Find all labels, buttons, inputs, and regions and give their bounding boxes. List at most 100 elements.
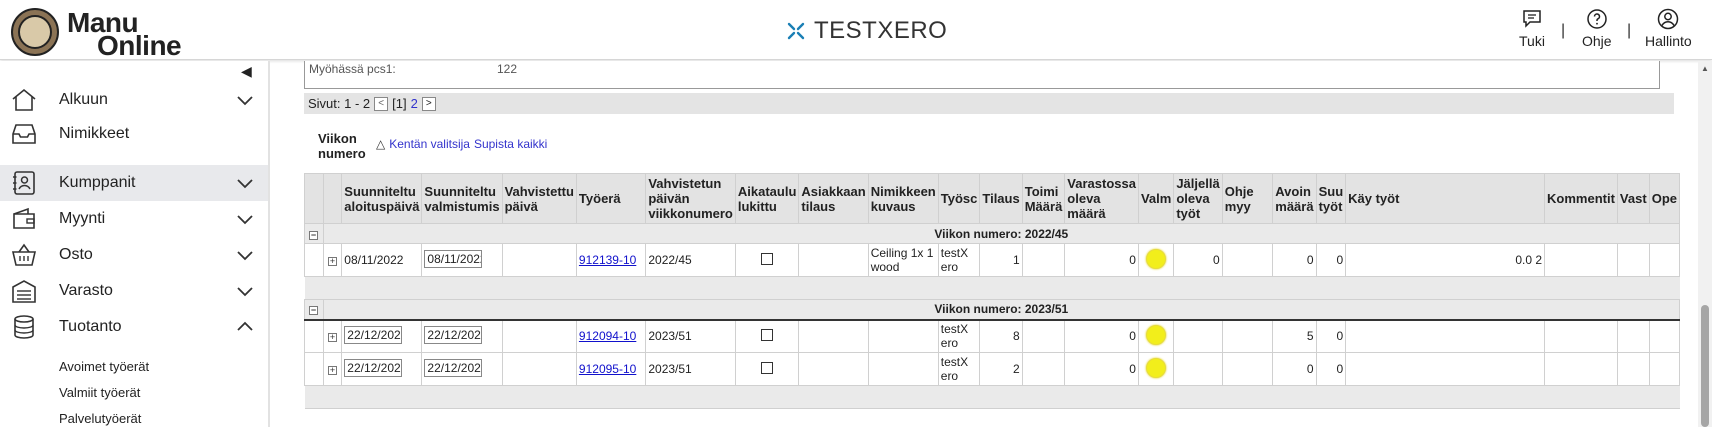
column-header[interactable]: Jäljellä oleva työt xyxy=(1173,173,1223,224)
start-date-input[interactable]: 22/12/2023 xyxy=(344,325,403,344)
responsible-cell xyxy=(1616,352,1650,386)
sidebar-collapse-icon[interactable]: ◀ xyxy=(241,63,252,80)
manu-online-logo[interactable]: Manu Online xyxy=(11,6,211,60)
schedule-locked-cell[interactable] xyxy=(734,243,800,277)
column-header[interactable]: Asiakkaan tilaus xyxy=(798,173,869,224)
column-header[interactable]: Toimi Määrä xyxy=(1021,173,1066,224)
expand-row-icon[interactable]: + xyxy=(327,366,337,375)
inbox-icon xyxy=(12,124,36,144)
column-header[interactable]: Ope xyxy=(1648,173,1681,224)
column-header[interactable]: Varastossa oleva määrä xyxy=(1064,173,1139,224)
help-button[interactable]: Ohje xyxy=(1582,8,1612,49)
table-row[interactable]: + 08/11/2022 08/11/2022 912139-10 2022/4… xyxy=(304,243,1681,277)
expand-row-icon[interactable]: + xyxy=(327,333,337,343)
sort-triangle-icon[interactable]: △ xyxy=(376,137,385,151)
subitem-valmiit-tyoerat[interactable]: Valmiit työerät xyxy=(59,385,140,400)
open-qty-cell: 0 xyxy=(1272,352,1317,386)
collapse-group-icon[interactable]: − xyxy=(309,306,318,316)
logo-text-line2: Online xyxy=(97,30,182,61)
group-toggle-cell[interactable]: − xyxy=(304,299,324,321)
table-header-row: Suunniteltu aloituspäivä Suunniteltu val… xyxy=(304,173,1681,224)
schedule-locked-checkbox[interactable] xyxy=(761,328,774,341)
pager: Sivut: 1 - 2 < [1] 2 > xyxy=(304,93,1674,114)
column-header[interactable]: Aikataulu lukittu xyxy=(734,173,800,224)
batch-link[interactable]: 912139-10 xyxy=(579,253,636,267)
group-label: Viikon numero: 2022/45 xyxy=(322,223,1681,244)
chevron-down-icon[interactable] xyxy=(236,210,254,228)
end-date-input[interactable]: 08/11/2022 xyxy=(424,249,483,268)
column-header[interactable]: Suunniteltu valmistumis xyxy=(421,173,503,224)
expand-cell[interactable]: + xyxy=(322,319,343,353)
column-header[interactable]: Suu työt xyxy=(1315,173,1347,224)
sidebar-item-varasto[interactable]: Varasto xyxy=(0,273,268,309)
group-toggle-cell[interactable]: − xyxy=(304,223,324,244)
prev-page-icon[interactable]: < xyxy=(374,96,389,111)
next-page-icon[interactable]: > xyxy=(421,96,436,111)
chevron-up-icon[interactable] xyxy=(236,318,254,336)
column-header[interactable]: Valm xyxy=(1137,173,1175,224)
sidebar-item-nimikkeet[interactable]: Nimikkeet xyxy=(0,116,268,152)
column-header[interactable]: Vahvistetun päivän viikkonumero xyxy=(645,173,736,224)
instruction-cell xyxy=(1221,352,1274,386)
column-header[interactable]: Nimikkeen kuvaus xyxy=(867,173,939,224)
start-date-cell[interactable]: 22/12/2023 xyxy=(341,319,423,353)
start-date-cell[interactable]: 22/12/2023 xyxy=(341,352,423,386)
work-orders-table: Suunniteltu aloituspäivä Suunniteltu val… xyxy=(304,173,1681,409)
schedule-locked-cell[interactable] xyxy=(734,319,800,353)
sidebar-item-kumppanit[interactable]: Kumppanit xyxy=(0,165,268,201)
schedule-locked-cell[interactable] xyxy=(734,352,800,386)
page-link-2[interactable]: 2 xyxy=(411,96,418,111)
schedule-locked-checkbox[interactable] xyxy=(761,361,774,374)
sidebar-item-alkuun[interactable]: Alkuun xyxy=(0,82,268,118)
scroll-up-icon[interactable]: ▲ xyxy=(1701,64,1709,73)
collapse-group-icon[interactable]: − xyxy=(309,230,318,240)
chevron-down-icon[interactable] xyxy=(236,246,254,264)
column-header[interactable]: Vast xyxy=(1616,173,1650,224)
column-header[interactable]: Ohje myy xyxy=(1221,173,1274,224)
expand-cell[interactable]: + xyxy=(322,352,343,386)
end-date-input[interactable]: 22/12/2023 xyxy=(424,358,483,377)
subitem-avoimet-tyoerat[interactable]: Avoimet työerät xyxy=(59,359,149,374)
column-header[interactable]: Työsc xyxy=(937,173,981,224)
table-row[interactable]: + 22/12/2023 22/12/2023 912095-10 2023/5… xyxy=(304,352,1681,386)
column-header[interactable]: Käy työt xyxy=(1345,173,1546,224)
status-yellow-icon xyxy=(1146,324,1167,345)
expand-cell[interactable]: + xyxy=(322,243,343,277)
planned-work-cell: 0 xyxy=(1315,243,1347,277)
chevron-down-icon[interactable] xyxy=(236,91,254,109)
open-qty-cell: 0 xyxy=(1272,243,1317,277)
field-selector-link[interactable]: Kentän valitsija xyxy=(389,137,470,151)
support-button[interactable]: Tuki xyxy=(1519,8,1545,49)
remaining-work-cell xyxy=(1173,352,1223,386)
sidebar-item-myynti[interactable]: Myynti xyxy=(0,201,268,237)
sidebar-item-osto[interactable]: Osto xyxy=(0,237,268,273)
schedule-locked-checkbox[interactable] xyxy=(761,252,774,265)
expand-row-icon[interactable]: + xyxy=(327,257,337,266)
end-date-cell[interactable]: 22/12/2023 xyxy=(421,319,503,353)
collapse-all-link[interactable]: Supista kaikki xyxy=(474,137,547,151)
end-date-input[interactable]: 22/12/2023 xyxy=(424,325,483,344)
batch-cell: 912139-10 xyxy=(575,243,647,277)
batch-link[interactable]: 912095-10 xyxy=(579,362,636,376)
table-row[interactable]: + 22/12/2023 22/12/2023 912094-10 2023/5… xyxy=(304,319,1681,353)
chevron-down-icon[interactable] xyxy=(236,174,254,192)
admin-button[interactable]: Hallinto xyxy=(1645,8,1692,49)
scrollbar-thumb[interactable] xyxy=(1701,305,1709,427)
remaining-work-cell: 0 xyxy=(1173,243,1223,277)
column-header[interactable]: Avoin määrä xyxy=(1272,173,1317,224)
batch-link[interactable]: 912094-10 xyxy=(579,329,636,343)
column-header[interactable]: Vahvistettu päivä xyxy=(501,173,577,224)
sidebar-item-tuotanto[interactable]: Tuotanto xyxy=(0,309,268,345)
column-header[interactable]: Suunniteltu aloituspäivä xyxy=(341,173,423,224)
start-date-input[interactable]: 22/12/2023 xyxy=(344,358,403,377)
column-header[interactable]: Tilaus xyxy=(979,173,1023,224)
vertical-scrollbar[interactable]: ▲ xyxy=(1698,61,1712,427)
confirmed-date-cell xyxy=(501,319,577,353)
end-date-cell[interactable]: 22/12/2023 xyxy=(421,352,503,386)
column-header[interactable]: Kommentit xyxy=(1544,173,1618,224)
header-separator: | xyxy=(1627,22,1632,39)
column-header[interactable]: Työerä xyxy=(575,173,647,224)
chevron-down-icon[interactable] xyxy=(236,282,254,300)
subitem-palvelutyoerat[interactable]: Palvelutyöerät xyxy=(59,411,141,426)
end-date-cell[interactable]: 08/11/2022 xyxy=(421,243,503,277)
